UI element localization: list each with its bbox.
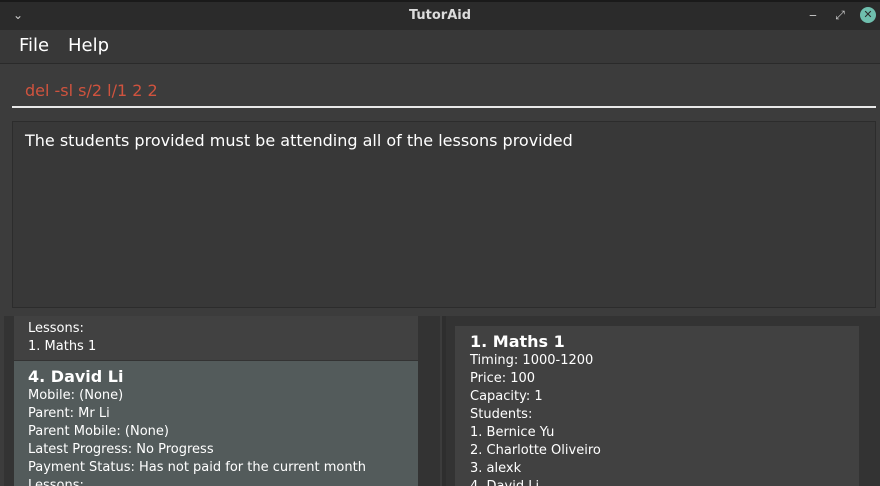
command-input[interactable] <box>12 74 876 108</box>
menu-file[interactable]: File <box>19 35 49 56</box>
lesson-card[interactable]: 1. Maths 1 Timing: 1000-1200 Price: 100 … <box>455 326 859 486</box>
menu-bar: File Help <box>0 30 880 64</box>
student-lessons-label: Lessons: <box>28 478 84 486</box>
command-area <box>0 64 880 116</box>
student-parent-mobile: Parent Mobile: (None) <box>28 424 169 439</box>
lesson-student-item: 4. David Li <box>470 478 859 486</box>
result-message: The students provided must be attending … <box>25 131 573 150</box>
lesson-title: 1. Maths 1 <box>470 332 565 351</box>
lesson-capacity: Capacity: 1 <box>470 389 543 404</box>
menu-help[interactable]: Help <box>68 35 109 56</box>
lesson-student-item: 2. Charlotte Oliveiro <box>470 443 601 458</box>
lessons-label: Lessons: <box>28 321 84 336</box>
student-list-panel[interactable]: Lessons: 1. Maths 1 4. David Li Mobile: … <box>4 316 440 486</box>
minimize-icon[interactable]: ‒ <box>805 7 821 23</box>
student-card-selected[interactable]: 4. David Li Mobile: (None) Parent: Mr Li… <box>14 361 418 486</box>
list-panels: Lessons: 1. Maths 1 4. David Li Mobile: … <box>0 316 880 486</box>
window-title: TutorAid <box>408 8 472 23</box>
student-payment-status: Payment Status: Has not paid for the cur… <box>28 460 366 475</box>
student-name: 4. David Li <box>28 367 124 386</box>
title-bar: ⌄ TutorAid ‒ ⤢ ✕ <box>0 0 880 30</box>
lesson-student-item: 3. alexk <box>470 461 522 476</box>
student-progress: Latest Progress: No Progress <box>28 442 214 457</box>
lesson-item: 1. Maths 1 <box>28 339 97 354</box>
close-icon[interactable]: ✕ <box>860 7 876 23</box>
student-card-previous[interactable]: Lessons: 1. Maths 1 <box>14 316 418 360</box>
lesson-price: Price: 100 <box>470 371 536 386</box>
lesson-students-label: Students: <box>470 407 533 422</box>
lesson-student-item: 1. Bernice Yu <box>470 425 555 440</box>
student-parent: Parent: Mr Li <box>28 406 110 421</box>
lesson-list-panel[interactable]: 1. Maths 1 Timing: 1000-1200 Price: 100 … <box>446 316 880 486</box>
student-mobile: Mobile: (None) <box>28 388 124 403</box>
result-display: The students provided must be attending … <box>12 121 876 308</box>
lesson-timing: Timing: 1000-1200 <box>470 353 594 368</box>
maximize-icon[interactable]: ⤢ <box>832 7 848 23</box>
